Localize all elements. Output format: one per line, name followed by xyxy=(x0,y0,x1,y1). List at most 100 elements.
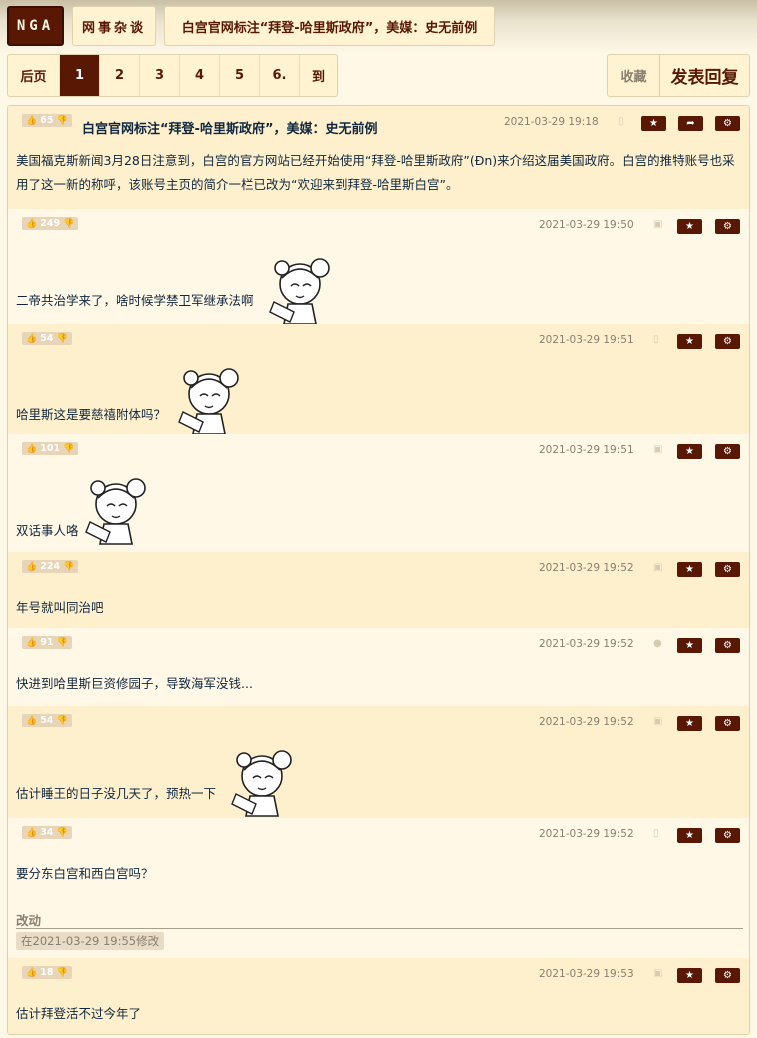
apple-icon: ● xyxy=(653,638,662,649)
post-date: 2021-03-29 19:53 xyxy=(539,968,634,980)
thumbs-up-icon[interactable]: 👍 xyxy=(26,116,37,126)
thumbs-down-icon[interactable]: 👎 xyxy=(63,444,74,454)
like-count: 54 xyxy=(40,715,54,726)
thumbs-down-icon[interactable]: 👎 xyxy=(56,828,67,838)
star-icon[interactable]: ★ xyxy=(677,638,702,653)
post-content: 二帝共治学来了，啥时候学禁卫军继承法啊 xyxy=(16,293,254,308)
post-date: 2021-03-29 19:52 xyxy=(539,638,634,650)
post-date: 2021-03-29 19:50 xyxy=(539,219,634,231)
thumbs-down-icon[interactable]: 👎 xyxy=(63,219,74,229)
gear-icon[interactable]: ⚙ xyxy=(715,116,740,131)
post-row: 👍 18 👎 2021-03-29 19:53 ▣ ★ ⚙ 估计拜登活不过今年了 xyxy=(8,958,749,1034)
page-5-button[interactable]: 5 xyxy=(220,55,260,96)
page-1-button[interactable]: 1 xyxy=(60,55,100,96)
sticker-image xyxy=(178,368,239,435)
post-date: 2021-03-29 19:52 xyxy=(539,716,634,728)
android-icon: ▣ xyxy=(653,968,663,979)
like-badge[interactable]: 👍 224 👎 xyxy=(22,560,79,573)
post-list: 👍 65 👎 白宫官网标注“拜登-哈里斯政府”，美媒：史无前例 2021-03-29 1… xyxy=(7,105,750,1035)
like-badge[interactable]: 👍 54 👎 xyxy=(22,332,72,345)
post-content: 快进到哈里斯巨资修园子，导致海军没钱... xyxy=(16,676,253,691)
thumbs-down-icon[interactable]: 👎 xyxy=(63,562,74,572)
star-icon[interactable]: ★ xyxy=(677,562,702,577)
post-row: 👍 54 👎 2021-03-29 19:52 ▣ ★ ⚙ 估计睡王的日子没几天了，预热一下 xyxy=(8,706,749,818)
star-icon[interactable]: ★ xyxy=(677,444,702,459)
like-badge[interactable]: 👍 18 👎 xyxy=(22,966,72,979)
post-content: 美国福克斯新闻3月28日注意到，白宫的官方网站已经开始使用“拜登-哈里斯政府”(… xyxy=(16,153,735,192)
edit-heading: 改动 xyxy=(16,913,42,928)
post-row: 👍 249 👎 2021-03-29 19:50 ▣ ★ ⚙ 二帝共治学来了，啥时候学禁卫军继… xyxy=(8,209,749,325)
thumbs-down-icon[interactable]: 👎 xyxy=(56,968,67,978)
thumbs-up-icon[interactable]: 👍 xyxy=(26,444,37,454)
star-icon[interactable]: ★ xyxy=(677,968,702,983)
post-date: 2021-03-29 19:52 xyxy=(539,562,634,574)
like-badge[interactable]: 👍 91 👎 xyxy=(22,636,72,649)
android-icon: ▣ xyxy=(653,444,663,455)
thumbs-down-icon[interactable]: 👎 xyxy=(56,116,67,126)
thumbs-down-icon[interactable]: 👎 xyxy=(56,638,67,648)
edit-note: 在2021-03-29 19:55修改 xyxy=(16,932,165,950)
post-content: 估计拜登活不过今年了 xyxy=(16,1006,142,1021)
gear-icon[interactable]: ⚙ xyxy=(715,334,740,349)
like-count: 34 xyxy=(40,827,54,838)
thumbs-up-icon[interactable]: 👍 xyxy=(26,334,37,344)
like-count: 224 xyxy=(40,561,61,572)
page-3-button[interactable]: 3 xyxy=(140,55,180,96)
like-badge[interactable]: 👍 34 👎 xyxy=(22,826,72,839)
gear-icon[interactable]: ⚙ xyxy=(715,716,740,731)
gear-icon[interactable]: ⚙ xyxy=(715,638,740,653)
star-icon[interactable]: ★ xyxy=(641,116,666,131)
go-to-page-button[interactable]: 到 xyxy=(300,55,337,96)
post-row: 👍 101 👎 2021-03-29 19:51 ▣ ★ ⚙ 双话事人咯 xyxy=(8,434,749,552)
favorite-button[interactable]: 收藏 xyxy=(608,55,660,96)
thumbs-down-icon[interactable]: 👎 xyxy=(56,716,67,726)
phone-icon: ▯ xyxy=(653,828,659,839)
thumbs-up-icon[interactable]: 👍 xyxy=(26,638,37,648)
android-icon: ▣ xyxy=(653,219,663,230)
thumbs-up-icon[interactable]: 👍 xyxy=(26,716,37,726)
post-content: 估计睡王的日子没几天了，预热一下 xyxy=(16,786,217,801)
post-content: 年号就叫同治吧 xyxy=(16,600,104,615)
phone-icon: ▯ xyxy=(653,334,659,345)
thumbs-up-icon[interactable]: 👍 xyxy=(26,828,37,838)
prev-page-button[interactable]: 后页 xyxy=(8,55,60,96)
star-icon[interactable]: ★ xyxy=(677,219,702,234)
reply-button[interactable]: 发表回复 xyxy=(660,55,749,96)
gear-icon[interactable]: ⚙ xyxy=(715,828,740,843)
like-badge[interactable]: 👍 249 👎 xyxy=(22,217,79,230)
like-count: 54 xyxy=(40,333,54,344)
thumbs-up-icon[interactable]: 👍 xyxy=(26,562,37,572)
thumbs-up-icon[interactable]: 👍 xyxy=(26,219,37,229)
star-icon[interactable]: ★ xyxy=(677,828,702,843)
gear-icon[interactable]: ⚙ xyxy=(715,219,740,234)
gear-icon[interactable]: ⚙ xyxy=(715,562,740,577)
thumbs-up-icon[interactable]: 👍 xyxy=(26,968,37,978)
post-row: 👍 91 👎 2021-03-29 19:52 ● ★ ⚙ 快进到哈里斯巨资修园子，导致海军没… xyxy=(8,628,749,706)
breadcrumb-forum[interactable]: 网事杂谈 xyxy=(72,6,156,46)
share-icon[interactable]: ➦ xyxy=(678,116,703,131)
like-count: 65 xyxy=(40,115,54,126)
sticker-image xyxy=(269,258,330,325)
post-row: 👍 54 👎 2021-03-29 19:51 ▯ ★ ⚙ 哈里斯这是要慈禧附体吗？ xyxy=(8,324,749,435)
star-icon[interactable]: ★ xyxy=(677,716,702,731)
page-4-button[interactable]: 4 xyxy=(180,55,220,96)
post-content: 要分东白宫和西白宫吗？ xyxy=(16,866,154,881)
android-icon: ▣ xyxy=(653,716,663,727)
page-2-button[interactable]: 2 xyxy=(100,55,140,96)
star-icon[interactable]: ★ xyxy=(677,334,702,349)
edit-divider xyxy=(16,928,743,929)
thumbs-down-icon[interactable]: 👎 xyxy=(56,334,67,344)
gear-icon[interactable]: ⚙ xyxy=(715,968,740,983)
page-6-button[interactable]: 6. xyxy=(260,55,300,96)
gear-icon[interactable]: ⚙ xyxy=(715,444,740,459)
post-date: 2021-03-29 19:52 xyxy=(539,828,634,840)
like-badge[interactable]: 👍 101 👎 xyxy=(22,442,79,455)
like-badge[interactable]: 👍 65 👎 xyxy=(22,114,72,127)
post-date: 2021-03-29 19:51 xyxy=(539,444,634,456)
like-badge[interactable]: 👍 54 👎 xyxy=(22,714,72,727)
breadcrumb-thread[interactable]: 白宫官网标注“拜登-哈里斯政府”，美媒：史无前例 xyxy=(164,6,495,46)
like-count: 101 xyxy=(40,443,61,454)
post-content: 双话事人咯 xyxy=(16,523,79,538)
post-row: 👍 34 👎 2021-03-29 19:52 ▯ ★ ⚙ 要分东白宫和西白宫吗？ 改动在202… xyxy=(8,818,749,958)
nga-logo[interactable]: NGA xyxy=(7,6,64,46)
